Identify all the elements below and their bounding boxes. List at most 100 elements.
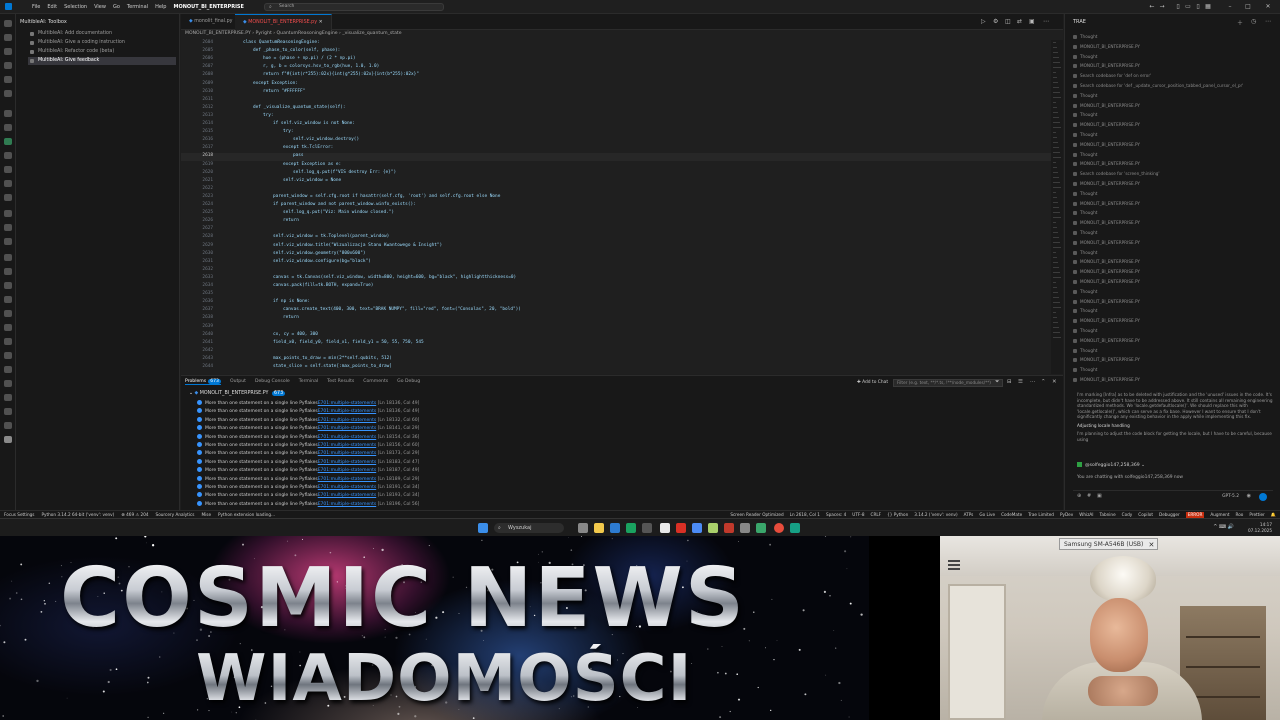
code-line[interactable]: self.viz_window.title("Wizualizacja Stan… xyxy=(273,243,442,248)
notepad-icon[interactable] xyxy=(660,523,670,533)
command-search-input[interactable]: ⌕ Search xyxy=(263,2,444,11)
explorer-icon[interactable] xyxy=(4,20,12,27)
chat-history-item[interactable]: Thought xyxy=(1073,289,1097,295)
problem-row[interactable]: More than one statement on a single line… xyxy=(197,492,419,500)
chat-history-item[interactable]: Thought xyxy=(1073,93,1097,99)
notifications-bell-icon[interactable]: 🔔 xyxy=(1271,512,1276,518)
chat-history-item[interactable]: Thought xyxy=(1073,112,1097,118)
chat-history-item[interactable]: Thought xyxy=(1073,328,1097,334)
chat-history-item[interactable]: MONOLIT_BI_ENTERPRISE.PY xyxy=(1073,299,1140,305)
close-panel-icon[interactable]: ✕ xyxy=(1052,379,1057,385)
problem-row[interactable]: More than one statement on a single line… xyxy=(197,433,419,442)
chat-input-bar[interactable]: ⊕ # ▣ GPT-5.2 ◉ xyxy=(1073,490,1273,502)
layout-sidebar-icon[interactable]: ▯ xyxy=(1174,3,1182,10)
status-roo[interactable]: Roo xyxy=(1236,512,1244,518)
status-debugger[interactable]: Debugger xyxy=(1159,512,1180,518)
problem-code-link[interactable]: E701:multiple-statements xyxy=(318,418,376,423)
chat-history-item[interactable]: Search codebase for 'screen_thinking' xyxy=(1073,171,1160,177)
settings-app-icon[interactable] xyxy=(740,523,750,533)
code-line[interactable]: return "#FFFFFF" xyxy=(263,89,305,94)
chat-history-item[interactable]: MONOLIT_BI_ENTERPRISE.PY xyxy=(1073,220,1140,226)
code-line[interactable]: max_points_to_draw = min(2**self.qubits,… xyxy=(273,356,392,361)
terminal-icon[interactable] xyxy=(4,380,12,387)
problem-code-link[interactable]: E701:multiple-statements xyxy=(318,468,376,473)
run-icon[interactable]: ▷ xyxy=(981,18,986,25)
chat-history-item[interactable]: MONOLIT_BI_ENTERPRISE.PY xyxy=(1073,142,1140,148)
line-number[interactable]: 2608 xyxy=(191,72,213,77)
line-number[interactable]: 2607 xyxy=(191,64,213,69)
tab-test-results[interactable]: Test Results xyxy=(327,379,354,385)
problem-row[interactable]: More than one statement on a single line… xyxy=(197,442,419,450)
code-line[interactable]: self.viz_window = None xyxy=(283,178,341,183)
problem-row[interactable]: More than one statement on a single line… xyxy=(197,400,419,408)
problem-code-link[interactable]: E701:multiple-statements xyxy=(318,502,376,507)
problem-row[interactable]: More than one statement on a single line… xyxy=(197,450,419,458)
status-copilot[interactable]: Copilot xyxy=(1138,512,1153,518)
app-icon[interactable] xyxy=(708,523,718,533)
line-number[interactable]: 2644 xyxy=(191,364,213,369)
codemate-icon[interactable] xyxy=(4,268,12,275)
line-number[interactable]: 2617 xyxy=(191,145,213,150)
chat-history-item[interactable]: MONOLIT_BI_ENTERPRISE.PY xyxy=(1073,103,1140,109)
status-problems[interactable]: ⊗ 469 ⚠ 204 xyxy=(121,512,148,517)
back-icon[interactable]: ← xyxy=(1148,3,1156,10)
diff-icon[interactable]: ⇄ xyxy=(1017,18,1022,25)
chat-history-item[interactable]: MONOLIT_BI_ENTERPRISE.PY xyxy=(1073,44,1140,50)
line-number[interactable]: 2611 xyxy=(191,97,213,102)
status-trae[interactable]: Trae Limited xyxy=(1028,512,1054,518)
status-augment[interactable]: Augment xyxy=(1210,512,1229,518)
line-number[interactable]: 2614 xyxy=(191,121,213,126)
line-number[interactable]: 2638 xyxy=(191,315,213,320)
code-line[interactable]: self.viz_window.destroy() xyxy=(293,137,359,142)
code-area[interactable]: 2604 class QuantumReasoningEngine: 2605 def… xyxy=(181,40,1051,374)
python-icon[interactable] xyxy=(4,210,12,217)
minimize-icon[interactable]: – xyxy=(1226,3,1234,10)
edge-icon[interactable] xyxy=(626,523,636,533)
line-number[interactable]: 2616 xyxy=(191,137,213,142)
line-number[interactable]: 2629 xyxy=(191,243,213,248)
status-focus-settings[interactable]: Focus Settings xyxy=(4,512,34,517)
line-number[interactable]: 2604 xyxy=(191,40,213,45)
obs-recording-icon[interactable] xyxy=(774,523,784,533)
chat-history-item[interactable]: MONOLIT_BI_ENTERPRISE.PY xyxy=(1073,357,1140,363)
status-go-live[interactable]: Go Live xyxy=(979,512,995,518)
chrome-icon[interactable] xyxy=(676,523,686,533)
app-icon[interactable] xyxy=(724,523,734,533)
status-mise[interactable]: Mise xyxy=(201,512,211,517)
line-number[interactable]: 2628 xyxy=(191,234,213,239)
problem-code-link[interactable]: E701:multiple-statements xyxy=(318,443,376,448)
code-line[interactable]: field_x0, field_y0, field_x1, field_y1 =… xyxy=(273,340,424,345)
line-number[interactable]: 2620 xyxy=(191,170,213,175)
status-sourcery[interactable]: Sourcery Analytics xyxy=(156,512,195,517)
extensions-icon[interactable] xyxy=(4,76,12,83)
chat-history-item[interactable]: Search codebase for 'def on error' xyxy=(1073,73,1151,79)
line-number[interactable]: 2618 xyxy=(191,153,213,158)
chat-history-item[interactable]: Thought xyxy=(1073,54,1097,60)
menu-help[interactable]: Help xyxy=(155,4,166,10)
github-icon[interactable] xyxy=(4,254,12,261)
problem-code-link[interactable]: E701:multiple-statements xyxy=(318,435,376,440)
problem-code-link[interactable]: E701:multiple-statements xyxy=(318,451,376,456)
code-line[interactable]: except Exception as e: xyxy=(283,162,341,167)
code-line[interactable]: try: xyxy=(263,113,274,118)
menu-file[interactable]: File xyxy=(32,4,40,10)
vscode-app-icon[interactable] xyxy=(692,523,702,533)
run-debug-icon[interactable] xyxy=(4,62,12,69)
menu-go[interactable]: Go xyxy=(113,4,120,10)
line-number[interactable]: 2631 xyxy=(191,259,213,264)
tab-problems[interactable]: Problems 673 xyxy=(185,379,221,385)
voice-icon[interactable]: ◉ xyxy=(1247,493,1251,499)
tab-output[interactable]: Output xyxy=(230,379,246,385)
tab-terminal[interactable]: Terminal xyxy=(299,379,318,385)
status-indentation[interactable]: Spaces: 4 xyxy=(826,512,846,518)
status-prettier[interactable]: Prettier xyxy=(1249,512,1264,518)
file-explorer-icon[interactable] xyxy=(594,523,604,533)
tab-go-debug[interactable]: Go Debug xyxy=(397,379,420,385)
model-selector[interactable]: GPT-5.2 xyxy=(1222,494,1239,499)
maximize-panel-icon[interactable]: ⌃ xyxy=(1041,379,1046,385)
outline-icon[interactable] xyxy=(4,194,12,201)
code-line[interactable]: try: xyxy=(283,129,294,134)
debug-icon[interactable]: ⚙ xyxy=(993,18,998,25)
copilot-icon[interactable] xyxy=(4,166,12,173)
live-share-icon[interactable] xyxy=(4,422,12,429)
